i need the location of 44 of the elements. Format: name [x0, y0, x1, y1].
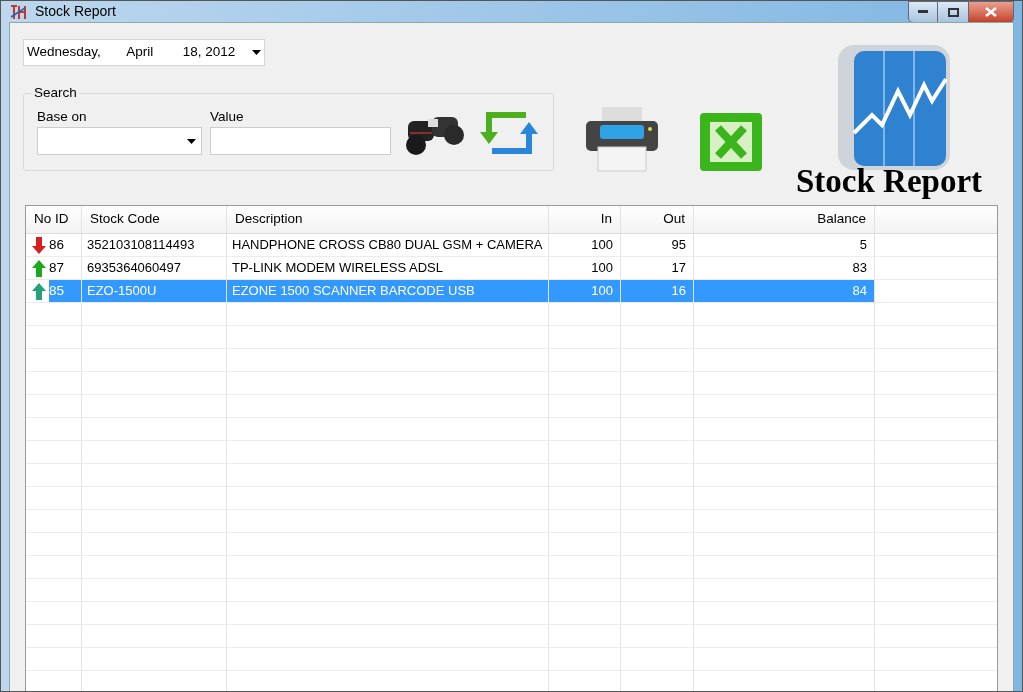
table-cell: 100	[549, 234, 621, 256]
table-cell: 95	[621, 234, 694, 256]
value-input-field[interactable]	[210, 127, 391, 155]
printer-icon[interactable]	[584, 107, 660, 173]
value-label: Value	[210, 108, 244, 126]
table-cell: 100	[549, 280, 621, 302]
column-header[interactable]: No ID	[26, 206, 82, 233]
dropdown-caret-icon	[187, 138, 196, 144]
column-header[interactable]: Stock Code	[82, 206, 227, 233]
table-cell: HANDPHONE CROSS CB80 DUAL GSM + CAMERA	[227, 234, 549, 256]
base-on-label: Base on	[37, 108, 87, 126]
minimize-button[interactable]	[908, 1, 938, 23]
table-cell: 16	[621, 280, 694, 302]
table-cell: 352103108114493	[82, 234, 227, 256]
column-header[interactable]: Out	[621, 206, 694, 233]
column-header[interactable]: Balance	[694, 206, 875, 233]
table-cell: EZONE 1500 SCANNER BARCODE USB	[227, 280, 549, 302]
maximize-icon	[947, 7, 959, 17]
table-cell: 17	[621, 257, 694, 279]
table-cell: 6935364060497	[82, 257, 227, 279]
close-button[interactable]	[968, 1, 1014, 23]
up-arrow-icon	[32, 259, 46, 277]
logo-text: Stock Report	[796, 165, 983, 198]
stock-chart-logo-icon	[838, 45, 950, 170]
table-cell: EZO-1500U	[82, 280, 227, 302]
table-cell: 100	[549, 257, 621, 279]
table-cell-text: 86	[49, 235, 66, 254]
maximize-button[interactable]	[938, 1, 968, 23]
dropdown-caret-icon	[252, 50, 261, 55]
app-icon	[9, 2, 27, 21]
column-header[interactable]: Description	[227, 206, 549, 233]
down-arrow-icon	[32, 236, 46, 254]
table-cell-text: 87	[49, 258, 66, 277]
minimize-icon	[918, 10, 928, 14]
up-arrow-icon	[32, 282, 46, 300]
column-header[interactable]: In	[549, 206, 621, 233]
date-picker[interactable]: Wednesday, April 18, 2012	[23, 39, 265, 66]
table-cell: 5	[694, 234, 875, 256]
close-icon	[985, 7, 997, 17]
window-title: Stock Report	[35, 2, 116, 21]
table-cell: TP-LINK MODEM WIRELESS ADSL	[227, 257, 549, 279]
table-cell: 83	[694, 257, 875, 279]
table-cell: 85	[49, 280, 81, 302]
table-cell: 84	[694, 280, 875, 302]
